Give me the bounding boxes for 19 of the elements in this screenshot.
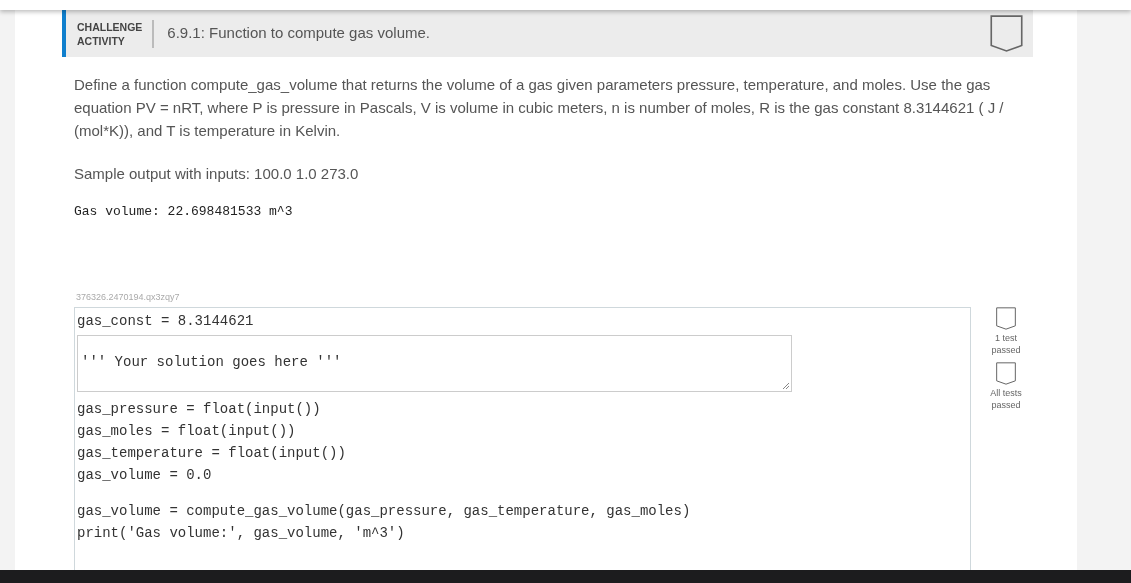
code-line: gas_temperature = float(input())	[77, 443, 347, 463]
activity-tag: CHALLENGE	[77, 19, 143, 34]
sample-output: Gas volume: 22.698481533 m^3	[74, 203, 294, 221]
sample-label: Sample output with inputs: 100.0 1.0 273.0	[74, 164, 360, 184]
code-line: gas_const = 8.3144621	[77, 311, 255, 331]
test-status: 1 test passed	[990, 332, 1022, 356]
shield-icon	[990, 15, 1023, 52]
description: Define a function compute_gas_volume that returns the volume of a gas given parameters pressure, temperature, and moles. Use the gas equation PV = nRT, where P is pressure in Pascals, V is volume in cubic meters, n is number of moles, R is the gas constant 8.3144621 ( J / (mol*K)), and T is temperature in Kelvin.	[74, 75, 1005, 141]
solution-textarea[interactable]: ''' Your solution goes here '''	[77, 334, 792, 392]
activity-tag: ACTIVITY	[77, 33, 143, 48]
activity-title: 6.9.1: Function to compute gas volume.	[167, 23, 430, 44]
activity-id: 376326.2470194.qx3zqy7	[76, 291, 181, 304]
resize-handle-icon[interactable]	[782, 381, 790, 390]
code-line: gas_volume = compute_gas_volume(gas_pressure, gas_temperature, gas_moles)	[77, 501, 692, 521]
code-line: gas_volume = 0.0	[77, 465, 213, 485]
code-line: print('Gas volume:', gas_volume, 'm^3')	[77, 523, 406, 543]
code-line: gas_pressure = float(input())	[77, 399, 322, 419]
code-line: gas_moles = float(input())	[77, 421, 297, 441]
test-status: All tests passed	[989, 387, 1023, 411]
